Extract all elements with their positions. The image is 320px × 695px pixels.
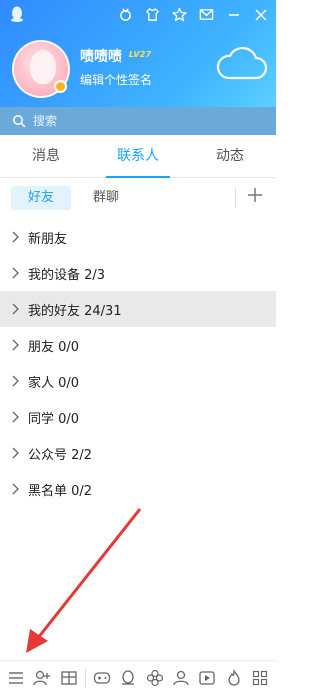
search-icon [13, 115, 26, 128]
app-manager-icon[interactable] [59, 668, 79, 688]
mail-icon[interactable] [197, 5, 216, 24]
contacts-icon[interactable] [171, 668, 191, 688]
cloud-icon[interactable] [214, 44, 268, 84]
group-item-official-accounts[interactable]: 公众号 2/2 [0, 435, 276, 471]
chevron-right-icon [12, 411, 19, 423]
video-icon[interactable] [197, 668, 217, 688]
group-label: 新朋友 [28, 231, 68, 247]
signature-edit[interactable]: 编辑个性签名 [80, 71, 152, 88]
group-label: 家人 0/0 [28, 375, 80, 391]
main-tabs: 消息 联系人 动态 [0, 135, 276, 178]
title-bar-icons [116, 5, 270, 24]
chevron-right-icon [12, 483, 19, 495]
tab-feeds[interactable]: 动态 [184, 135, 276, 177]
subtab-friends[interactable]: 好友 [11, 186, 71, 210]
subtab-groups[interactable]: 群聊 [82, 186, 130, 210]
flower-icon[interactable] [145, 668, 165, 688]
friend-group-list: 新朋友 我的设备 2/3 我的好友 24/31 朋友 0/0 家人 0/0 同学… [0, 219, 276, 507]
shirt-icon[interactable] [143, 5, 162, 24]
search-input[interactable] [33, 114, 233, 128]
group-item-blacklist[interactable]: 黑名单 0/2 [0, 471, 276, 507]
menu-icon[interactable] [6, 668, 26, 688]
search-bar[interactable] [0, 107, 276, 135]
group-item-classmates[interactable]: 同学 0/0 [0, 399, 276, 435]
tab-messages[interactable]: 消息 [0, 135, 92, 177]
apps-grid-icon[interactable] [250, 668, 270, 688]
profile-header: 啧啧啧 LV27 编辑个性签名 [0, 0, 276, 107]
online-status-badge[interactable] [54, 80, 67, 93]
group-item-my-friends[interactable]: 我的好友 24/31 [0, 291, 276, 327]
group-label: 黑名单 0/2 [28, 483, 93, 499]
group-label: 朋友 0/0 [28, 339, 80, 355]
group-item-friends[interactable]: 朋友 0/0 [0, 327, 276, 363]
add-friend-icon[interactable] [32, 668, 52, 688]
group-label: 同学 0/0 [28, 411, 80, 427]
fire-icon[interactable] [224, 668, 244, 688]
toolbar-divider [84, 668, 86, 688]
group-item-my-devices[interactable]: 我的设备 2/3 [0, 255, 276, 291]
group-label: 我的好友 24/31 [28, 303, 122, 319]
tab-contacts[interactable]: 联系人 [92, 135, 184, 178]
level-badge[interactable]: LV27 [129, 50, 152, 59]
group-label: 公众号 2/2 [28, 447, 93, 463]
chevron-right-icon [12, 375, 19, 387]
group-item-new-friends[interactable]: 新朋友 [0, 219, 276, 255]
add-icon[interactable] [245, 185, 265, 205]
close-icon[interactable] [251, 5, 270, 24]
game-icon[interactable] [92, 668, 112, 688]
group-label: 我的设备 2/3 [28, 267, 106, 283]
badge-icon[interactable] [116, 5, 135, 24]
username[interactable]: 啧啧啧 [80, 46, 122, 66]
group-item-family[interactable]: 家人 0/0 [0, 363, 276, 399]
chevron-right-icon [12, 339, 19, 351]
chevron-right-icon [12, 267, 19, 279]
penguin-icon[interactable] [118, 668, 138, 688]
divider [235, 188, 236, 208]
star-icon[interactable] [170, 5, 189, 24]
bottom-toolbar [0, 660, 276, 695]
qq-logo-icon [11, 6, 23, 22]
chevron-right-icon [12, 231, 19, 243]
chevron-right-icon [12, 303, 19, 315]
contact-subtabs: 好友 群聊 [0, 178, 276, 216]
chevron-right-icon [12, 447, 19, 459]
minimize-icon[interactable] [224, 5, 243, 24]
red-annotation-arrow [26, 508, 142, 653]
